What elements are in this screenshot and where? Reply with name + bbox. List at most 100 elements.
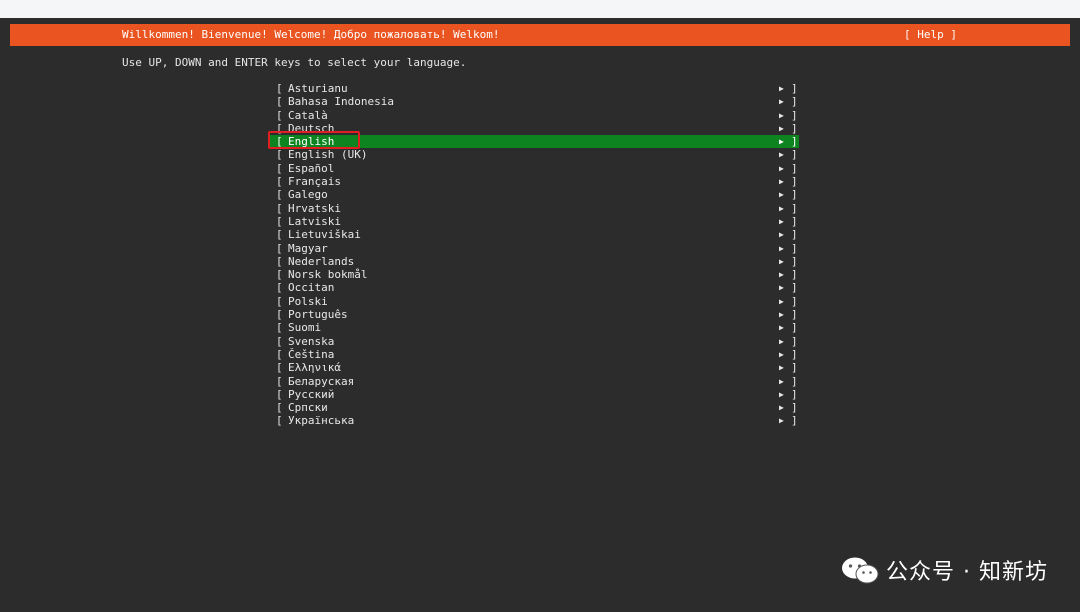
- language-name: English: [288, 135, 335, 149]
- right-bracket: ]: [791, 254, 798, 268]
- language-option[interactable]: [Deutsch ▶]: [270, 122, 799, 135]
- right-bracket: ]: [791, 228, 798, 242]
- left-bracket: [: [276, 201, 283, 215]
- left-bracket: [: [276, 254, 283, 268]
- language-name: Français: [288, 175, 341, 189]
- language-option[interactable]: [Latviski ▶]: [270, 215, 799, 228]
- language-option[interactable]: [Svenska ▶]: [270, 335, 799, 348]
- submenu-arrow-icon: ▶: [779, 336, 784, 346]
- right-bracket: ]: [791, 201, 798, 215]
- right-bracket: ]: [791, 401, 798, 415]
- right-bracket: ]: [791, 281, 798, 295]
- language-option[interactable]: [Occitan ▶]: [270, 281, 799, 294]
- language-option[interactable]: [ Français ▶]: [270, 175, 799, 188]
- language-name: Polski: [288, 294, 328, 308]
- right-bracket: ]: [791, 361, 798, 375]
- language-name: Català: [288, 108, 328, 122]
- submenu-arrow-icon: ▶: [779, 376, 784, 386]
- language-option[interactable]: [Español ▶]: [270, 162, 799, 175]
- language-option[interactable]: [Српски ▶]: [270, 401, 799, 414]
- language-name: Asturianu: [288, 82, 348, 95]
- submenu-arrow-icon: ▶: [779, 110, 784, 120]
- submenu-arrow-icon: ▶: [779, 203, 784, 213]
- wechat-icon: [842, 557, 879, 584]
- left-bracket: [: [276, 161, 283, 175]
- watermark: 公众号 · 知新坊: [840, 554, 1048, 586]
- left-bracket: [: [276, 148, 283, 162]
- left-bracket: [: [276, 95, 283, 109]
- left-bracket: [: [276, 334, 283, 348]
- submenu-arrow-icon: ▶: [779, 243, 784, 253]
- language-option[interactable]: [Ελληνικά ▶]: [270, 361, 799, 374]
- language-option[interactable]: [Galego ▶]: [270, 188, 799, 201]
- installer-screen: Willkommen! Bienvenue! Welcome! Добро по…: [0, 18, 1080, 612]
- right-bracket: ]: [791, 95, 798, 109]
- language-name: Português: [288, 308, 348, 322]
- language-option[interactable]: [Bahasa Indonesia ▶]: [270, 95, 799, 108]
- welcome-title: Willkommen! Bienvenue! Welcome! Добро по…: [122, 28, 500, 41]
- language-name: Ελληνικά: [288, 361, 341, 375]
- language-option[interactable]: [Nederlands ▶]: [270, 255, 799, 268]
- language-option[interactable]: [English ▶]: [270, 135, 799, 149]
- language-option[interactable]: [ Hrvatski ▶]: [270, 202, 799, 215]
- left-bracket: [: [276, 387, 283, 401]
- right-bracket: ]: [791, 374, 798, 388]
- submenu-arrow-icon: ▶: [779, 97, 784, 107]
- language-option[interactable]: [Magyar ▶]: [270, 242, 799, 255]
- submenu-arrow-icon: ▶: [779, 177, 784, 187]
- right-bracket: ]: [791, 387, 798, 401]
- left-bracket: [: [276, 308, 283, 322]
- language-name: Nederlands: [288, 254, 355, 268]
- submenu-arrow-icon: ▶: [779, 137, 784, 147]
- left-bracket: [: [276, 401, 283, 415]
- language-option[interactable]: [Lietuviškai ▶]: [270, 228, 799, 241]
- submenu-arrow-icon: ▶: [779, 323, 784, 333]
- left-bracket: [: [276, 294, 283, 308]
- instructions-text: Use UP, DOWN and ENTER keys to select yo…: [122, 56, 467, 69]
- submenu-arrow-icon: ▶: [779, 310, 784, 320]
- left-bracket: [: [276, 281, 283, 295]
- submenu-arrow-icon: ▶: [779, 296, 784, 306]
- language-option[interactable]: [English (UK) ▶]: [270, 148, 799, 161]
- language-option[interactable]: [Čeština ▶]: [270, 348, 799, 361]
- language-name: Беларуская: [288, 374, 355, 388]
- language-option[interactable]: [Українська ▶]: [270, 414, 799, 427]
- language-name: Deutsch: [288, 121, 335, 135]
- language-option[interactable]: [Català ▶]: [270, 109, 799, 122]
- language-option[interactable]: [Русский ▶]: [270, 388, 799, 401]
- language-option[interactable]: [Asturianu ▶]: [270, 82, 799, 95]
- left-bracket: [: [276, 121, 283, 135]
- language-name: Norsk bokmål: [288, 268, 368, 282]
- left-bracket: [: [276, 175, 283, 189]
- language-option[interactable]: [Беларуская ▶]: [270, 375, 799, 388]
- language-option[interactable]: [Português ▶]: [270, 308, 799, 321]
- submenu-arrow-icon: ▶: [779, 190, 784, 200]
- left-bracket: [: [276, 214, 283, 228]
- language-option[interactable]: [ Polski ▶]: [270, 295, 799, 308]
- left-bracket: [: [276, 241, 283, 255]
- language-option[interactable]: [Suomi ▶]: [270, 321, 799, 334]
- submenu-arrow-icon: ▶: [779, 84, 784, 93]
- language-name: Српски: [288, 401, 328, 415]
- right-bracket: ]: [791, 214, 798, 228]
- help-button[interactable]: [ Help ]: [904, 28, 957, 41]
- language-name: Українська: [288, 414, 355, 428]
- language-name: Español: [288, 161, 335, 175]
- language-option[interactable]: [Norsk bokmål ▶]: [270, 268, 799, 281]
- right-bracket: ]: [791, 294, 798, 308]
- submenu-arrow-icon: ▶: [779, 283, 784, 293]
- left-bracket: [: [276, 108, 283, 122]
- language-list: [Asturianu ▶] [Bahasa Indonesia ▶] [Català ▶]…: [270, 82, 799, 428]
- right-bracket: ]: [791, 161, 798, 175]
- language-name: Lietuviškai: [288, 228, 361, 242]
- right-bracket: ]: [791, 175, 798, 189]
- left-bracket: [: [276, 361, 283, 375]
- right-bracket: ]: [791, 121, 798, 135]
- right-bracket: ]: [791, 82, 798, 95]
- language-name: Galego: [288, 188, 328, 202]
- language-name: Hrvatski: [288, 201, 341, 215]
- left-bracket: [: [276, 228, 283, 242]
- language-name: Čeština: [288, 347, 335, 361]
- submenu-arrow-icon: ▶: [779, 216, 784, 226]
- language-name: Magyar: [288, 241, 328, 255]
